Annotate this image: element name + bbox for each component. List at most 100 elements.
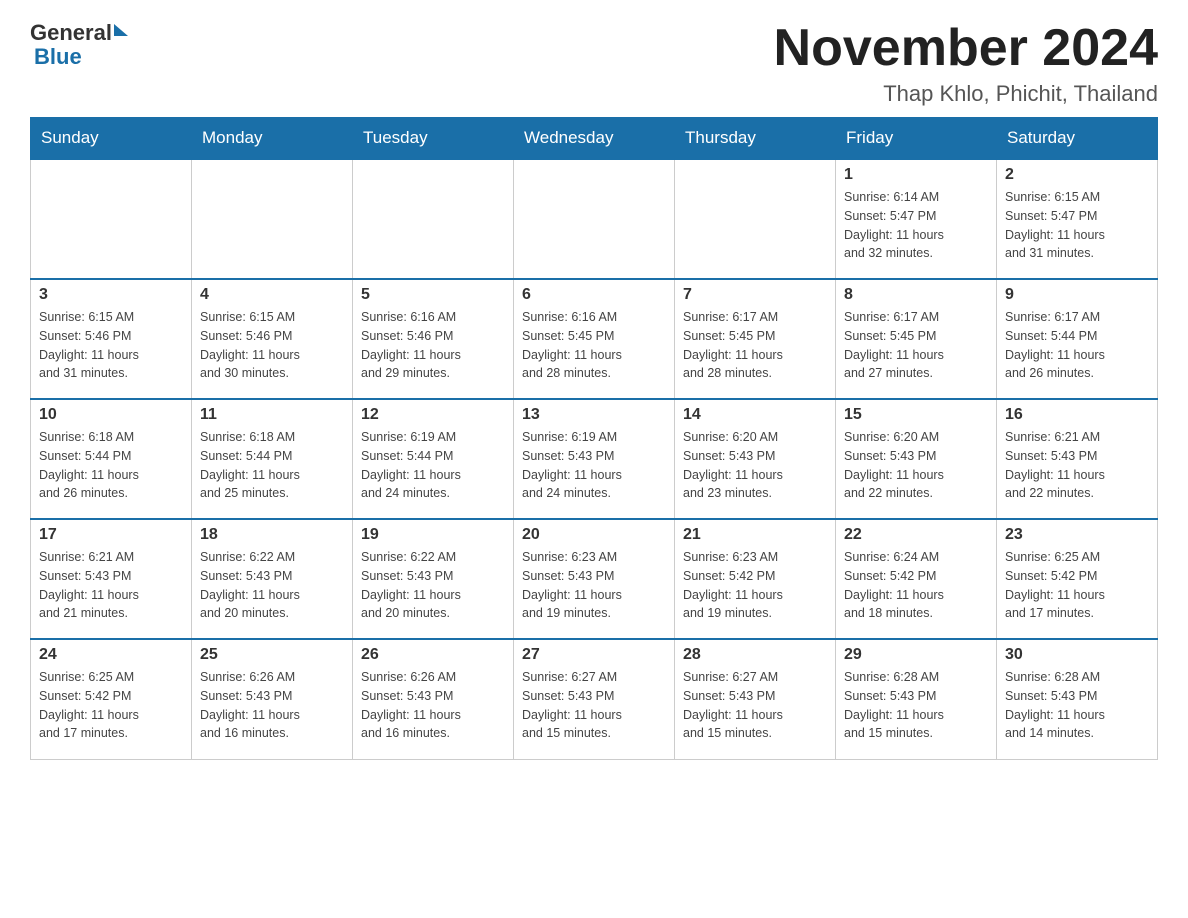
calendar-week-row: 3 Sunrise: 6:15 AM Sunset: 5:46 PM Daylig… [31, 279, 1158, 399]
day-number: 15 [844, 406, 988, 424]
logo-blue-text: Blue [30, 44, 128, 70]
day-number: 22 [844, 526, 988, 544]
calendar-day-cell: 4 Sunrise: 6:15 AM Sunset: 5:46 PM Daylig… [192, 279, 353, 399]
day-number: 14 [683, 406, 827, 424]
calendar-empty-cell [353, 159, 514, 279]
day-number: 27 [522, 646, 666, 664]
day-info: Sunrise: 6:23 AM Sunset: 5:42 PM Dayligh… [683, 548, 827, 623]
location-subtitle: Thap Khlo, Phichit, Thailand [774, 81, 1158, 107]
day-info: Sunrise: 6:28 AM Sunset: 5:43 PM Dayligh… [844, 668, 988, 743]
day-info: Sunrise: 6:15 AM Sunset: 5:46 PM Dayligh… [39, 308, 183, 383]
day-info: Sunrise: 6:28 AM Sunset: 5:43 PM Dayligh… [1005, 668, 1149, 743]
day-number: 24 [39, 646, 183, 664]
logo-general-text: General [30, 20, 112, 45]
weekday-header-sunday: Sunday [31, 118, 192, 160]
day-number: 13 [522, 406, 666, 424]
day-number: 2 [1005, 166, 1149, 184]
day-number: 6 [522, 286, 666, 304]
calendar-day-cell: 16Sunrise: 6:21 AM Sunset: 5:43 PM Dayli… [997, 399, 1158, 519]
calendar-day-cell: 26Sunrise: 6:26 AM Sunset: 5:43 PM Dayli… [353, 639, 514, 759]
day-info: Sunrise: 6:23 AM Sunset: 5:43 PM Dayligh… [522, 548, 666, 623]
day-number: 8 [844, 286, 988, 304]
weekday-header-monday: Monday [192, 118, 353, 160]
day-info: Sunrise: 6:21 AM Sunset: 5:43 PM Dayligh… [39, 548, 183, 623]
calendar-day-cell: 18Sunrise: 6:22 AM Sunset: 5:43 PM Dayli… [192, 519, 353, 639]
calendar-day-cell: 3 Sunrise: 6:15 AM Sunset: 5:46 PM Daylig… [31, 279, 192, 399]
calendar-week-row: 24 Sunrise: 6:25 AM Sunset: 5:42 PM Dayli… [31, 639, 1158, 759]
calendar-day-cell: 27 Sunrise: 6:27 AM Sunset: 5:43 PM Dayli… [514, 639, 675, 759]
calendar-day-cell: 7 Sunrise: 6:17 AM Sunset: 5:45 PM Daylig… [675, 279, 836, 399]
day-info: Sunrise: 6:22 AM Sunset: 5:43 PM Dayligh… [200, 548, 344, 623]
day-number: 20 [522, 526, 666, 544]
day-number: 12 [361, 406, 505, 424]
calendar-empty-cell [675, 159, 836, 279]
day-number: 25 [200, 646, 344, 664]
day-number: 30 [1005, 646, 1149, 664]
calendar-day-cell: 25 Sunrise: 6:26 AM Sunset: 5:43 PM Dayli… [192, 639, 353, 759]
day-info: Sunrise: 6:20 AM Sunset: 5:43 PM Dayligh… [844, 428, 988, 503]
day-info: Sunrise: 6:16 AM Sunset: 5:46 PM Dayligh… [361, 308, 505, 383]
calendar-day-cell: 17Sunrise: 6:21 AM Sunset: 5:43 PM Dayli… [31, 519, 192, 639]
day-info: Sunrise: 6:15 AM Sunset: 5:46 PM Dayligh… [200, 308, 344, 383]
calendar-day-cell: 11 Sunrise: 6:18 AM Sunset: 5:44 PM Dayli… [192, 399, 353, 519]
day-number: 16 [1005, 406, 1149, 424]
calendar-header-row: SundayMondayTuesdayWednesdayThursdayFrid… [31, 118, 1158, 160]
day-info: Sunrise: 6:17 AM Sunset: 5:45 PM Dayligh… [683, 308, 827, 383]
day-info: Sunrise: 6:25 AM Sunset: 5:42 PM Dayligh… [1005, 548, 1149, 623]
day-number: 7 [683, 286, 827, 304]
day-info: Sunrise: 6:26 AM Sunset: 5:43 PM Dayligh… [361, 668, 505, 743]
day-info: Sunrise: 6:18 AM Sunset: 5:44 PM Dayligh… [200, 428, 344, 503]
calendar-day-cell: 29Sunrise: 6:28 AM Sunset: 5:43 PM Dayli… [836, 639, 997, 759]
calendar-week-row: 17Sunrise: 6:21 AM Sunset: 5:43 PM Dayli… [31, 519, 1158, 639]
calendar-day-cell: 2Sunrise: 6:15 AM Sunset: 5:47 PM Daylig… [997, 159, 1158, 279]
day-number: 28 [683, 646, 827, 664]
day-number: 4 [200, 286, 344, 304]
calendar-table: SundayMondayTuesdayWednesdayThursdayFrid… [30, 117, 1158, 760]
weekday-header-wednesday: Wednesday [514, 118, 675, 160]
day-number: 9 [1005, 286, 1149, 304]
calendar-day-cell: 1 Sunrise: 6:14 AM Sunset: 5:47 PM Daylig… [836, 159, 997, 279]
day-info: Sunrise: 6:16 AM Sunset: 5:45 PM Dayligh… [522, 308, 666, 383]
calendar-week-row: 1 Sunrise: 6:14 AM Sunset: 5:47 PM Daylig… [31, 159, 1158, 279]
day-info: Sunrise: 6:26 AM Sunset: 5:43 PM Dayligh… [200, 668, 344, 743]
calendar-day-cell: 30 Sunrise: 6:28 AM Sunset: 5:43 PM Dayli… [997, 639, 1158, 759]
calendar-day-cell: 21 Sunrise: 6:23 AM Sunset: 5:42 PM Dayli… [675, 519, 836, 639]
calendar-day-cell: 20 Sunrise: 6:23 AM Sunset: 5:43 PM Dayli… [514, 519, 675, 639]
calendar-day-cell: 13Sunrise: 6:19 AM Sunset: 5:43 PM Dayli… [514, 399, 675, 519]
calendar-empty-cell [31, 159, 192, 279]
day-info: Sunrise: 6:25 AM Sunset: 5:42 PM Dayligh… [39, 668, 183, 743]
calendar-day-cell: 12 Sunrise: 6:19 AM Sunset: 5:44 PM Dayli… [353, 399, 514, 519]
title-section: November 2024 Thap Khlo, Phichit, Thaila… [774, 20, 1158, 107]
month-title: November 2024 [774, 20, 1158, 77]
weekday-header-thursday: Thursday [675, 118, 836, 160]
logo: General Blue [30, 20, 128, 70]
calendar-day-cell: 9Sunrise: 6:17 AM Sunset: 5:44 PM Daylig… [997, 279, 1158, 399]
day-info: Sunrise: 6:14 AM Sunset: 5:47 PM Dayligh… [844, 188, 988, 263]
day-number: 10 [39, 406, 183, 424]
calendar-day-cell: 24 Sunrise: 6:25 AM Sunset: 5:42 PM Dayli… [31, 639, 192, 759]
day-number: 19 [361, 526, 505, 544]
day-info: Sunrise: 6:20 AM Sunset: 5:43 PM Dayligh… [683, 428, 827, 503]
calendar-day-cell: 8Sunrise: 6:17 AM Sunset: 5:45 PM Daylig… [836, 279, 997, 399]
weekday-header-friday: Friday [836, 118, 997, 160]
day-number: 3 [39, 286, 183, 304]
calendar-day-cell: 10 Sunrise: 6:18 AM Sunset: 5:44 PM Dayli… [31, 399, 192, 519]
day-number: 1 [844, 166, 988, 184]
day-info: Sunrise: 6:27 AM Sunset: 5:43 PM Dayligh… [683, 668, 827, 743]
calendar-empty-cell [192, 159, 353, 279]
weekday-header-tuesday: Tuesday [353, 118, 514, 160]
page-header: General Blue November 2024 Thap Khlo, Ph… [30, 20, 1158, 107]
calendar-day-cell: 15 Sunrise: 6:20 AM Sunset: 5:43 PM Dayli… [836, 399, 997, 519]
day-info: Sunrise: 6:22 AM Sunset: 5:43 PM Dayligh… [361, 548, 505, 623]
day-number: 23 [1005, 526, 1149, 544]
logo-arrow-icon [114, 24, 128, 36]
day-info: Sunrise: 6:18 AM Sunset: 5:44 PM Dayligh… [39, 428, 183, 503]
day-number: 21 [683, 526, 827, 544]
calendar-day-cell: 22Sunrise: 6:24 AM Sunset: 5:42 PM Dayli… [836, 519, 997, 639]
day-info: Sunrise: 6:27 AM Sunset: 5:43 PM Dayligh… [522, 668, 666, 743]
calendar-day-cell: 19 Sunrise: 6:22 AM Sunset: 5:43 PM Dayli… [353, 519, 514, 639]
day-info: Sunrise: 6:19 AM Sunset: 5:44 PM Dayligh… [361, 428, 505, 503]
calendar-day-cell: 14 Sunrise: 6:20 AM Sunset: 5:43 PM Dayli… [675, 399, 836, 519]
calendar-day-cell: 5Sunrise: 6:16 AM Sunset: 5:46 PM Daylig… [353, 279, 514, 399]
day-number: 11 [200, 406, 344, 424]
